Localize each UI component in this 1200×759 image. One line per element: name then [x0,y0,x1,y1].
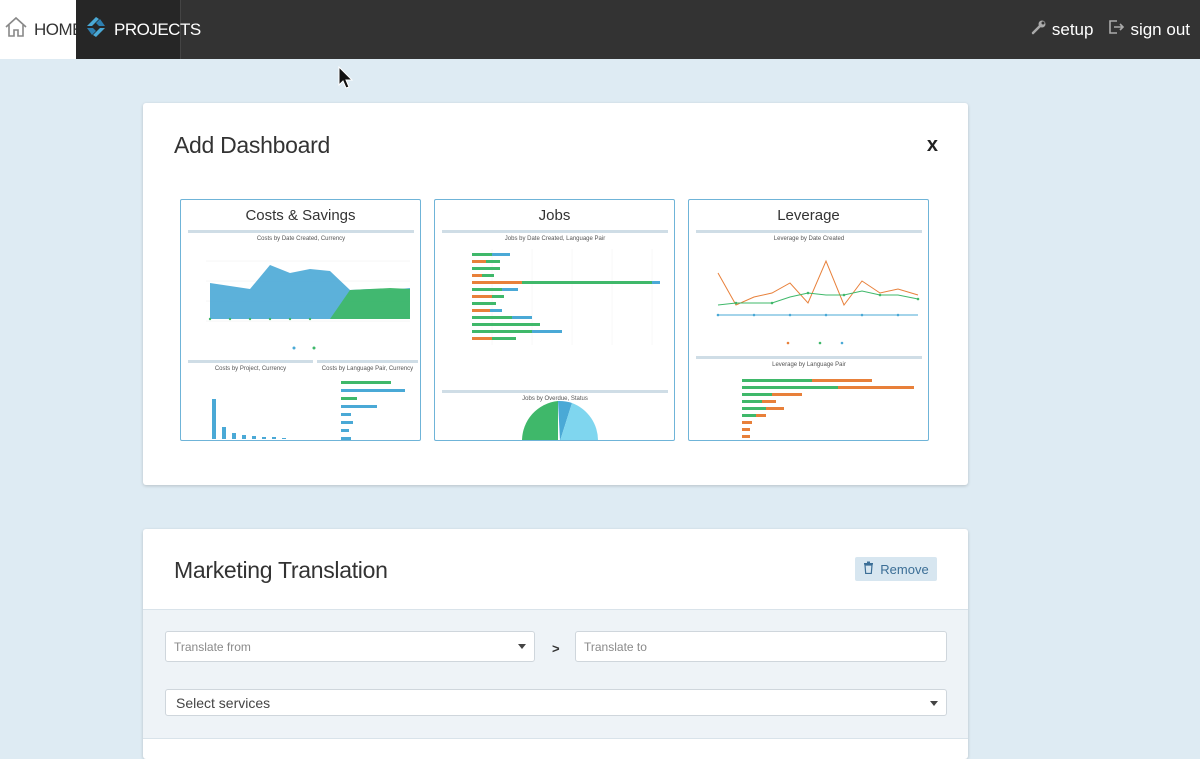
signout-link[interactable]: sign out [1107,18,1190,41]
translate-to-placeholder: Translate to [584,639,647,654]
chart-panel: Jobs by Overdue, Status [442,390,668,440]
stacked-bar-chart [472,249,660,345]
add-dashboard-title: Add Dashboard [174,132,330,158]
chart-panel: Costs by Language Pair, Currency [317,360,418,440]
project-card: Marketing Translation Remove Translate f… [143,529,968,759]
tile-title: Costs & Savings [245,207,356,224]
project-title: Marketing Translation [174,557,388,583]
signout-icon [1107,18,1125,41]
translate-from-select[interactable]: Translate from [165,631,535,662]
nav-home[interactable]: HOME [0,0,84,59]
bar-chart [341,381,405,440]
close-button[interactable]: x [927,134,938,157]
tile-costs-savings[interactable]: Costs & Savings Costs by Date Created, C… [180,199,421,441]
projects-icon [84,15,108,44]
mouse-cursor-icon [338,65,354,95]
area-chart [206,260,410,350]
wrench-icon [1031,19,1047,40]
trash-icon [863,561,874,577]
chart-panel: Leverage by Date Created [696,230,922,353]
add-dashboard-card: Add Dashboard x Costs & Savings Costs by… [143,103,968,485]
tile-title: Leverage [777,207,840,224]
setup-link[interactable]: setup [1031,19,1094,40]
remove-button[interactable]: Remove [855,557,937,581]
chevron-down-icon [930,701,938,706]
separator: > [552,641,560,656]
line-chart [716,259,920,345]
bar-chart [212,399,286,439]
chart-panel: Jobs by Date Created, Language Pair [442,230,668,387]
nav-right-links: setup sign out [1031,0,1190,59]
project-form: Translate from > Translate to Select ser… [143,609,968,739]
tile-title: Jobs [538,207,571,224]
remove-label: Remove [880,561,929,577]
setup-label: setup [1051,19,1094,39]
chevron-down-icon [518,644,526,649]
services-select[interactable]: Select services [165,689,947,716]
home-icon [4,16,28,43]
nav-projects-label: PROJECTS [114,19,201,39]
signout-label: sign out [1130,19,1190,39]
chart-panel: Leverage by Language Pair [696,356,922,440]
top-nav-bar: HOME PROJECTS setup sign out [0,0,1200,59]
tile-leverage[interactable]: Leverage Leverage by Date Created Levera… [688,199,929,441]
pie-chart [522,400,598,440]
chart-panel: Costs by Project, Currency [188,360,313,440]
translate-from-placeholder: Translate from [174,639,251,654]
stacked-bar-chart [742,379,914,438]
tile-jobs[interactable]: Jobs Jobs by Date Created, Language Pair [434,199,675,441]
chart-panel: Costs by Date Created, Currency [188,230,414,357]
nav-projects[interactable]: PROJECTS [76,0,201,59]
services-placeholder: Select services [176,694,271,711]
translate-to-input[interactable]: Translate to [575,631,947,662]
